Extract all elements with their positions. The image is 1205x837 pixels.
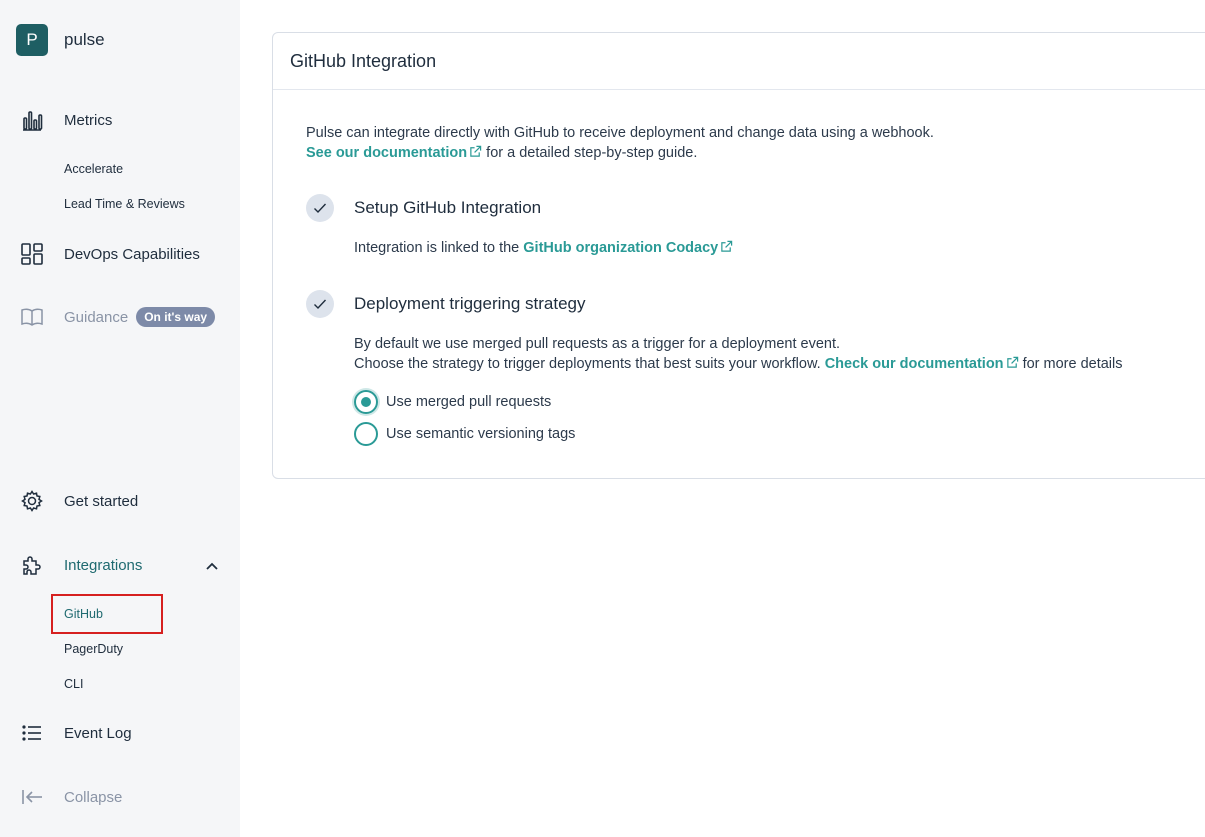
check-documentation-link[interactable]: Check our documentation bbox=[825, 356, 1019, 372]
external-link-icon bbox=[721, 240, 733, 252]
sidebar-subitem-pagerduty[interactable]: PagerDuty bbox=[64, 642, 123, 656]
selection-highlight bbox=[51, 594, 163, 634]
book-icon bbox=[20, 305, 44, 329]
list-icon bbox=[20, 721, 44, 745]
radio-button[interactable] bbox=[354, 422, 378, 446]
sidebar-subitem-accelerate[interactable]: Accelerate bbox=[64, 162, 123, 176]
sidebar-item-label: Get started bbox=[64, 492, 139, 510]
radio-label: Use semantic versioning tags bbox=[386, 426, 576, 442]
sidebar-item-get-started[interactable]: Get started bbox=[20, 487, 138, 515]
sidebar-item-metrics[interactable]: Metrics bbox=[20, 106, 112, 134]
bar-chart-icon bbox=[20, 108, 44, 132]
step-title: Deployment triggering strategy bbox=[354, 294, 586, 313]
collapse-left-icon bbox=[20, 785, 44, 809]
sidebar-item-event-log[interactable]: Event Log bbox=[20, 719, 132, 747]
grid-icon bbox=[20, 242, 44, 266]
brand-name: pulse bbox=[64, 30, 105, 49]
step-deployment-strategy: Deployment triggering strategy bbox=[306, 290, 586, 318]
puzzle-icon bbox=[20, 553, 44, 577]
sidebar-item-integrations[interactable]: Integrations bbox=[20, 551, 142, 579]
radio-merged-pull-requests[interactable]: Use merged pull requests bbox=[354, 390, 551, 414]
sidebar-item-label: Event Log bbox=[64, 724, 132, 742]
sidebar-item-label: Integrations bbox=[64, 556, 143, 574]
card-header: GitHub Integration bbox=[273, 33, 1205, 90]
step-title: Setup GitHub Integration bbox=[354, 198, 542, 217]
sidebar-item-label: DevOps Capabilities bbox=[64, 245, 200, 263]
step-setup-body: Integration is linked to the GitHub orga… bbox=[354, 238, 733, 258]
gear-icon bbox=[20, 489, 44, 513]
intro-text: Pulse can integrate directly with GitHub… bbox=[306, 123, 934, 163]
sidebar-item-label: Metrics bbox=[64, 111, 113, 129]
sidebar-subitem-lead-time[interactable]: Lead Time & Reviews bbox=[64, 197, 185, 211]
sidebar-subitem-cli[interactable]: CLI bbox=[64, 677, 83, 691]
sidebar-collapse-button[interactable]: Collapse bbox=[20, 783, 122, 811]
external-link-icon bbox=[1006, 356, 1018, 368]
brand[interactable]: P pulse bbox=[16, 24, 105, 56]
step-deployment-body: By default we use merged pull requests a… bbox=[354, 336, 1123, 372]
page-title: GitHub Integration bbox=[290, 50, 437, 71]
external-link-icon bbox=[470, 145, 482, 157]
sidebar-item-label: Guidance bbox=[64, 308, 129, 326]
github-integration-card: GitHub Integration Pulse can integrate d… bbox=[272, 32, 1205, 479]
radio-label: Use merged pull requests bbox=[386, 394, 552, 410]
chevron-up-icon[interactable] bbox=[204, 558, 220, 574]
radio-button[interactable] bbox=[354, 390, 378, 414]
step-setup: Setup GitHub Integration bbox=[306, 194, 541, 222]
sidebar-item-label: Collapse bbox=[64, 788, 123, 806]
github-organization-link[interactable]: GitHub organization Codacy bbox=[523, 240, 733, 256]
sidebar-item-devops[interactable]: DevOps Capabilities bbox=[20, 240, 200, 268]
coming-soon-badge: On it's way bbox=[136, 307, 216, 327]
check-icon bbox=[306, 290, 334, 318]
check-icon bbox=[306, 194, 334, 222]
intro-line-1: Pulse can integrate directly with GitHub… bbox=[306, 125, 934, 141]
sidebar: P pulse Metrics Accelerate Lead Time & R… bbox=[0, 0, 240, 837]
documentation-link[interactable]: See our documentation bbox=[306, 145, 482, 161]
brand-logo: P bbox=[16, 24, 48, 56]
radio-semantic-versioning[interactable]: Use semantic versioning tags bbox=[354, 422, 575, 446]
intro-line-2-rest: for a detailed step-by-step guide. bbox=[482, 145, 698, 161]
sidebar-item-guidance[interactable]: Guidance On it's way bbox=[20, 303, 216, 331]
